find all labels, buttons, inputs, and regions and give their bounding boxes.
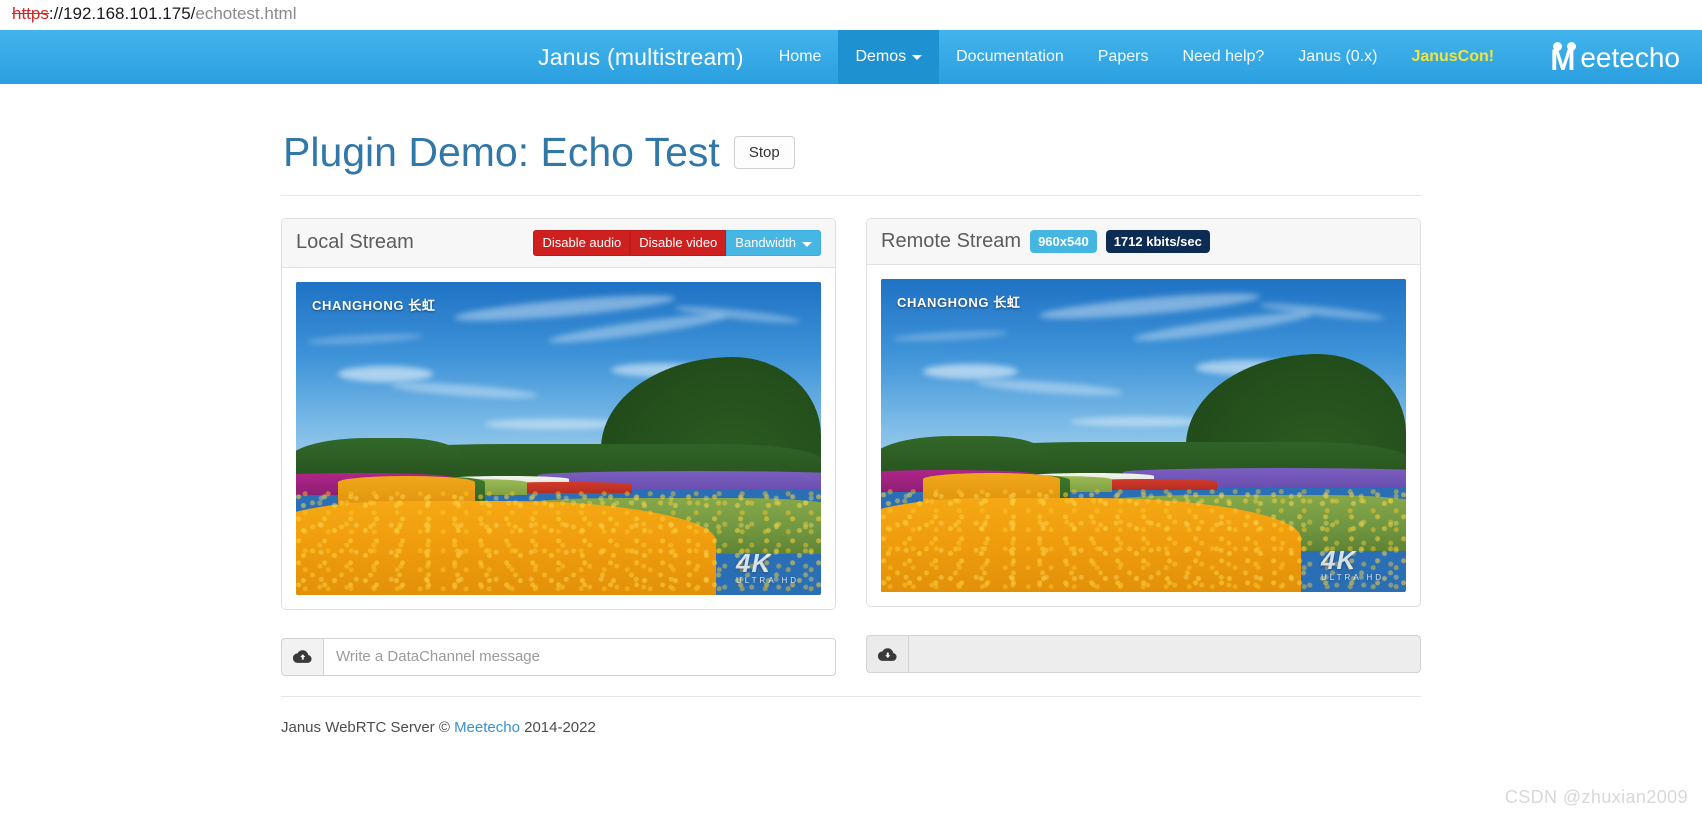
bandwidth-dropdown-button[interactable]: Bandwidth	[726, 230, 821, 256]
meetecho-logo-m-icon: M	[1550, 42, 1580, 77]
video-quality-watermark-sub: ULTRA HD	[1321, 573, 1384, 583]
nav-item-papers[interactable]: Papers	[1081, 30, 1166, 84]
remote-stream-panel-body: CHANGHONG 长虹 4K ULTRA HD	[867, 265, 1420, 606]
remote-datachannel-input	[908, 635, 1421, 674]
nav-item-home-label: Home	[778, 48, 822, 65]
local-stream-panel-body: CHANGHONG 长虹 4K ULTRA HD	[282, 268, 835, 609]
disable-video-button[interactable]: Disable video	[630, 230, 727, 256]
video-quality-watermark: 4K ULTRA HD	[736, 548, 799, 585]
local-stream-panel: Local Stream Disable audio Disable video…	[281, 218, 836, 610]
remote-stream-title: Remote Stream	[881, 230, 1022, 253]
streams-row: Local Stream Disable audio Disable video…	[281, 218, 1421, 676]
cloud-upload-glyph	[293, 650, 312, 664]
nav-item-januscon-label: JanusCon!	[1411, 48, 1495, 65]
video-cloud	[485, 419, 622, 429]
nav-item-janus-0x[interactable]: Janus (0.x)	[1281, 30, 1394, 84]
navbar-brand-text: Janus (multistream)	[538, 43, 744, 70]
video-brand-watermark: CHANGHONG 长虹	[897, 295, 1021, 311]
meetecho-logo-text: eetecho	[1580, 42, 1680, 73]
local-datachannel-input[interactable]	[323, 637, 836, 676]
video-brand-watermark: CHANGHONG 长虹	[312, 297, 436, 313]
local-stream-column: Local Stream Disable audio Disable video…	[281, 218, 836, 676]
footer-divider	[281, 695, 1421, 697]
remote-resolution-badge: 960x540	[1030, 230, 1097, 254]
browser-url-bar[interactable]: https://192.168.101.175/echotest.html	[0, 0, 1702, 30]
nav-item-home[interactable]: Home	[762, 30, 839, 84]
nav-item-documentation[interactable]: Documentation	[939, 30, 1081, 84]
video-cloud	[338, 366, 433, 382]
video-cloud	[923, 363, 1018, 380]
remote-datachannel-group	[866, 635, 1421, 674]
nav-item-need-help[interactable]: Need help?	[1165, 30, 1281, 84]
video-quality-watermark-label: 4K	[736, 547, 772, 578]
video-quality-watermark: 4K ULTRA HD	[1321, 545, 1384, 582]
meetecho-logo[interactable]: M eetecho	[1550, 42, 1680, 77]
nav-item-papers-label: Papers	[1097, 48, 1149, 65]
nav-item-need-help-label: Need help?	[1182, 48, 1265, 65]
cloud-upload-icon	[281, 637, 323, 676]
chevron-down-icon	[912, 54, 923, 60]
page-container: Plugin Demo: Echo Test Stop Local Stream…	[281, 84, 1421, 746]
remote-stream-panel-heading: Remote Stream 960x540 1712 kbits/sec	[867, 219, 1420, 266]
nav-item-janus-0x-label: Janus (0.x)	[1298, 48, 1378, 65]
local-video[interactable]: CHANGHONG 长虹 4K ULTRA HD	[296, 281, 821, 595]
cloud-download-glyph	[878, 647, 897, 661]
page-header: Plugin Demo: Echo Test Stop	[281, 129, 1421, 175]
nav-item-januscon[interactable]: JanusCon!	[1394, 30, 1511, 84]
footer-meetecho-link[interactable]: Meetecho	[454, 719, 520, 736]
local-datachannel-row	[281, 637, 836, 676]
disable-audio-button[interactable]: Disable audio	[533, 230, 631, 256]
stop-button[interactable]: Stop	[733, 136, 795, 170]
nav-item-demos[interactable]: Demos	[838, 30, 940, 84]
url-scheme: https	[12, 4, 49, 23]
local-datachannel-group	[281, 637, 836, 676]
remote-bitrate-badge: 1712 kbits/sec	[1105, 230, 1210, 254]
chevron-down-icon	[802, 242, 812, 248]
local-stream-title: Local Stream	[296, 231, 414, 254]
cloud-download-icon	[866, 635, 908, 674]
url-path: echotest.html	[195, 4, 297, 23]
footer-suffix: 2014-2022	[519, 718, 596, 736]
local-stream-panel-heading: Local Stream Disable audio Disable video…	[282, 219, 835, 268]
remote-stream-column: Remote Stream 960x540 1712 kbits/sec CHA…	[866, 218, 1421, 676]
main-navbar: Janus (multistream) Home Demos Documenta…	[0, 30, 1702, 84]
page-title: Plugin Demo: Echo Test	[283, 129, 720, 175]
nav-item-documentation-label: Documentation	[956, 48, 1064, 65]
remote-datachannel-row	[866, 635, 1421, 674]
local-stream-controls: Disable audio Disable video Bandwidth	[533, 230, 821, 256]
bandwidth-dropdown-label: Bandwidth	[735, 235, 796, 251]
remote-video[interactable]: CHANGHONG 长虹 4K ULTRA HD	[881, 279, 1406, 593]
navbar-brand[interactable]: Janus (multistream)	[520, 30, 762, 84]
nav-item-demos-label: Demos	[855, 48, 907, 65]
footer-prefix: Janus WebRTC Server ©	[281, 718, 455, 736]
csdn-watermark: CSDN @zhuxian2009	[1504, 787, 1688, 807]
remote-stream-panel: Remote Stream 960x540 1712 kbits/sec CHA…	[866, 218, 1421, 608]
meetecho-logo-m-letter: M	[1550, 44, 1576, 77]
url-host: ://192.168.101.175/	[48, 4, 196, 23]
navbar-items: Janus (multistream) Home Demos Documenta…	[520, 30, 1511, 84]
title-divider	[281, 195, 1421, 197]
video-cloud	[1070, 416, 1207, 427]
page-footer: Janus WebRTC Server © Meetecho 2014-2022	[281, 719, 1421, 746]
video-quality-watermark-sub: ULTRA HD	[736, 575, 799, 585]
video-quality-watermark-label: 4K	[1321, 545, 1357, 576]
